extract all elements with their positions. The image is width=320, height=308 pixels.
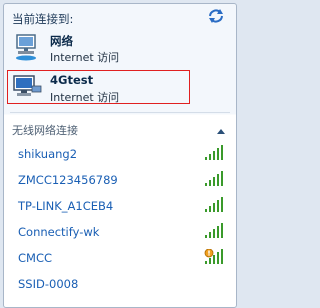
computer-network-icon	[12, 72, 42, 102]
wifi-network-item[interactable]: Connectify-wk	[4, 221, 232, 243]
refresh-icon[interactable]	[206, 8, 226, 24]
signal-strength-icon	[204, 145, 224, 161]
wifi-network-item[interactable]: CMCC	[4, 247, 232, 269]
wifi-network-item[interactable]: shikuang2	[4, 143, 232, 165]
wifi-ssid: Connectify-wk	[18, 225, 100, 239]
connection-status: Internet 访问	[50, 51, 120, 64]
wifi-ssid: CMCC	[18, 251, 53, 265]
wifi-network-item[interactable]: SSID-0008	[4, 273, 232, 295]
wireless-section-title: 无线网络连接	[12, 124, 78, 137]
wifi-ssid: shikuang2	[18, 147, 78, 161]
signal-strength-icon	[204, 171, 224, 187]
signal-warning-icon	[204, 248, 224, 265]
connection-4gtest[interactable]: 4Gtest Internet 访问	[12, 72, 192, 108]
signal-strength-icon	[204, 197, 224, 213]
connection-name: 4Gtest	[50, 73, 94, 87]
chevron-up-icon[interactable]	[216, 122, 226, 134]
current-connection-title: 当前连接到:	[12, 12, 74, 26]
connection-network[interactable]: 网络 Internet 访问	[12, 32, 192, 68]
signal-strength-icon	[204, 223, 224, 239]
wifi-ssid: SSID-0008	[18, 277, 79, 291]
network-flyout: 当前连接到: 网络 Internet 访问 4Gtest Internet 访问…	[3, 3, 237, 308]
wifi-ssid: ZMCC123456789	[18, 173, 118, 187]
network-icon	[12, 32, 42, 62]
wifi-network-item[interactable]: TP-LINK_A1CEB4	[4, 195, 232, 217]
connection-status: Internet 访问	[50, 91, 120, 104]
connection-name: 网络	[50, 34, 73, 48]
wifi-network-item[interactable]: ZMCC123456789	[4, 169, 232, 191]
section-divider	[10, 112, 230, 113]
wifi-ssid: TP-LINK_A1CEB4	[18, 199, 114, 213]
